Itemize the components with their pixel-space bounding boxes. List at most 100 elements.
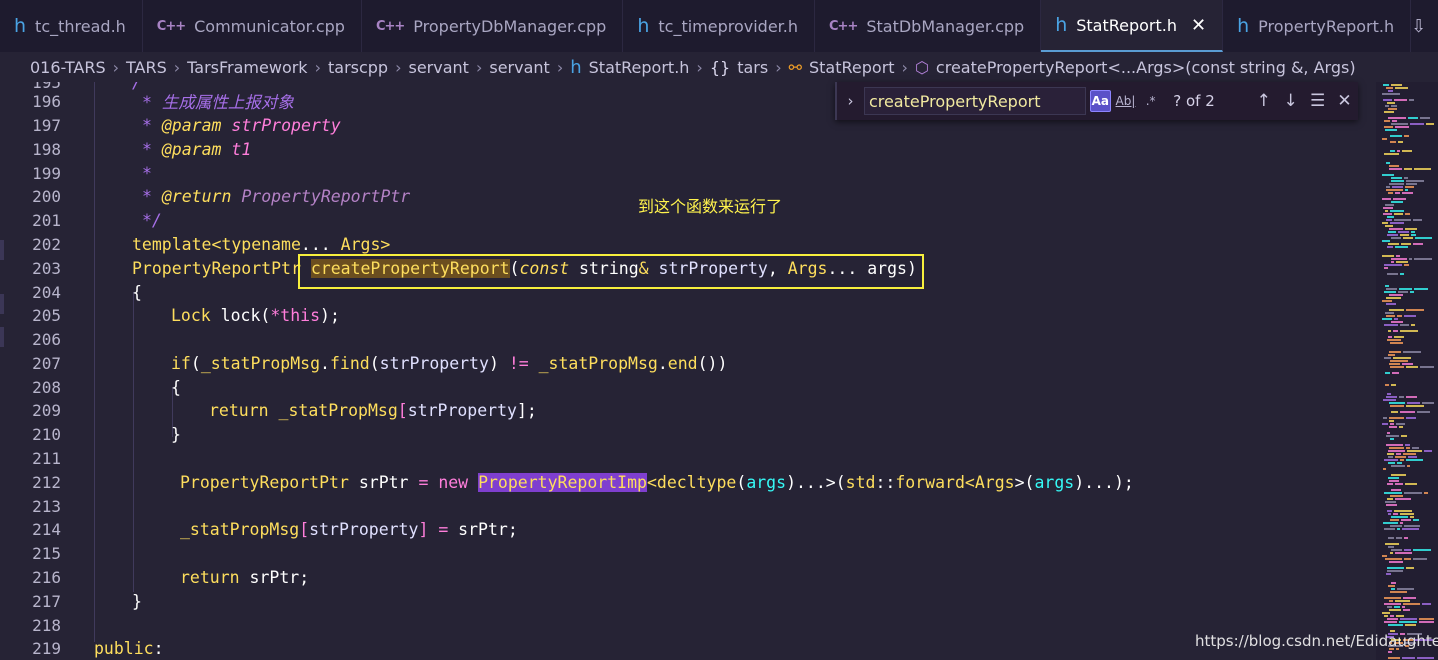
minimap-line bbox=[1390, 591, 1407, 593]
close-icon[interactable]: ✕ bbox=[1191, 15, 1206, 36]
match-case-toggle[interactable]: Aa bbox=[1089, 90, 1111, 112]
tab-label: Communicator.cpp bbox=[194, 16, 345, 36]
regex-toggle[interactable]: .* bbox=[1140, 90, 1161, 112]
minimap-line bbox=[1391, 237, 1401, 239]
minimap-line bbox=[1396, 261, 1408, 263]
minimap-line bbox=[1393, 330, 1398, 332]
minimap-line bbox=[1384, 126, 1393, 128]
minimap-line bbox=[1384, 459, 1398, 461]
minimap-line bbox=[1406, 405, 1424, 407]
minimap-line bbox=[1395, 246, 1408, 248]
minimap-line bbox=[1387, 246, 1393, 248]
minimap-line bbox=[1400, 513, 1414, 515]
breadcrumb-file[interactable]: StatReport.h bbox=[589, 58, 690, 77]
tab-communicator-cpp[interactable]: C++ Communicator.cpp bbox=[143, 0, 362, 52]
line-number: 217 bbox=[32, 591, 61, 611]
tab-propertydbmanager-cpp[interactable]: C++ PropertyDbManager.cpp bbox=[362, 0, 624, 52]
minimap-line bbox=[1387, 618, 1398, 620]
minimap-line bbox=[1387, 567, 1404, 569]
breadcrumb-segment[interactable]: TARS bbox=[126, 58, 167, 77]
chevron-right-icon: › bbox=[112, 57, 119, 77]
minimap-line bbox=[1388, 231, 1396, 233]
minimap-line bbox=[1389, 165, 1399, 167]
whole-word-toggle[interactable]: Ab| bbox=[1115, 90, 1136, 112]
tab-label: PropertyDbManager.cpp bbox=[413, 16, 607, 36]
code-editor[interactable]: 195 / 196 * 生成属性上报对象 197 * @param strPro… bbox=[0, 82, 1376, 660]
tab-propertyreport-h[interactable]: h PropertyReport.h bbox=[1223, 0, 1412, 52]
close-icon[interactable]: ✕ bbox=[1331, 91, 1358, 111]
minimap-line bbox=[1385, 312, 1394, 314]
breadcrumb-segment[interactable]: TarsFramework bbox=[187, 58, 307, 77]
minimap-line bbox=[1385, 558, 1402, 560]
minimap-line bbox=[1404, 264, 1409, 266]
minimap-line bbox=[1395, 498, 1411, 500]
minimap-line bbox=[1389, 309, 1404, 311]
code-line: 209 return _statPropMsg[strProperty]; bbox=[0, 398, 1376, 422]
minimap-line bbox=[1385, 372, 1390, 374]
compare-changes-icon[interactable]: ⇩ bbox=[1411, 16, 1426, 37]
minimap-line bbox=[1395, 483, 1403, 485]
minimap-line bbox=[1414, 168, 1431, 170]
minimap-line bbox=[1390, 222, 1404, 224]
minimap-line bbox=[1414, 288, 1428, 290]
breadcrumb-segment[interactable]: tarscpp bbox=[328, 58, 388, 77]
breadcrumb-class[interactable]: StatReport bbox=[809, 58, 895, 77]
minimap-line bbox=[1382, 318, 1392, 320]
minimap-line bbox=[1391, 384, 1396, 386]
minimap-line bbox=[1382, 423, 1388, 425]
minimap-line bbox=[1407, 402, 1420, 404]
minimap-line bbox=[1388, 657, 1400, 659]
find-input[interactable]: createPropertyReport bbox=[863, 87, 1086, 115]
find-widget: › createPropertyReport Aa Ab| .* ? of 2 … bbox=[835, 82, 1358, 120]
minimap-line bbox=[1399, 621, 1417, 623]
line-number: 215 bbox=[32, 543, 61, 563]
minimap-line bbox=[1385, 285, 1389, 287]
minimap-line bbox=[1386, 87, 1393, 89]
tab-tc-thread-h[interactable]: h tc_thread.h bbox=[0, 0, 143, 52]
breadcrumb-segment[interactable]: 016-TARS bbox=[30, 58, 106, 77]
annotation-note: 到这个函数来运行了 bbox=[638, 197, 783, 216]
minimap-line bbox=[1390, 615, 1394, 617]
minimap-line bbox=[1389, 609, 1401, 611]
minimap-line bbox=[1390, 366, 1404, 368]
minimap-line bbox=[1391, 84, 1402, 86]
minimap-line bbox=[1391, 201, 1403, 203]
minimap-line bbox=[1396, 615, 1404, 617]
code-line: 216 return srPtr; bbox=[0, 565, 1376, 589]
toggle-replace-chevron-icon[interactable]: › bbox=[837, 92, 864, 110]
line-number: 205 bbox=[32, 305, 61, 325]
minimap-line bbox=[1385, 543, 1399, 545]
tab-statdbmanager-cpp[interactable]: C++ StatDbManager.cpp bbox=[815, 0, 1042, 52]
minimap-line bbox=[1382, 138, 1387, 140]
minimap-line bbox=[1382, 198, 1391, 200]
minimap-line bbox=[1386, 396, 1397, 398]
previous-match-icon[interactable]: ↑ bbox=[1250, 91, 1277, 111]
find-in-selection-icon[interactable]: ☰ bbox=[1304, 91, 1331, 111]
minimap-line bbox=[1395, 87, 1408, 89]
minimap-line bbox=[1407, 450, 1422, 452]
minimap-line bbox=[1384, 267, 1388, 269]
minimap-line bbox=[1382, 93, 1400, 95]
minimap-line bbox=[1404, 558, 1411, 560]
tab-statreport-h[interactable]: h StatReport.h ✕ bbox=[1041, 0, 1224, 52]
minimap[interactable] bbox=[1376, 82, 1438, 660]
minimap-line bbox=[1394, 318, 1398, 320]
breadcrumb-method[interactable]: createPropertyReport<...Args>(const stri… bbox=[936, 58, 1356, 77]
minimap-line bbox=[1382, 240, 1390, 242]
minimap-line bbox=[1413, 549, 1431, 551]
minimap-line bbox=[1402, 363, 1413, 365]
breadcrumb-segment[interactable]: servant bbox=[409, 58, 469, 77]
chevron-right-icon: › bbox=[901, 57, 908, 77]
breadcrumb-segment[interactable]: servant bbox=[489, 58, 549, 77]
breadcrumb-namespace[interactable]: tars bbox=[737, 58, 768, 77]
minimap-line bbox=[1382, 255, 1394, 257]
minimap-line bbox=[1385, 204, 1394, 206]
minimap-line bbox=[1398, 291, 1408, 293]
minimap-line bbox=[1393, 357, 1411, 359]
minimap-line bbox=[1388, 477, 1399, 479]
minimap-line bbox=[1385, 210, 1388, 212]
tab-tc-timeprovider-h[interactable]: h tc_timeprovider.h bbox=[623, 0, 816, 52]
next-match-icon[interactable]: ↓ bbox=[1277, 91, 1304, 111]
h-file-icon: h bbox=[1237, 15, 1250, 37]
minimap-line bbox=[1391, 177, 1402, 179]
